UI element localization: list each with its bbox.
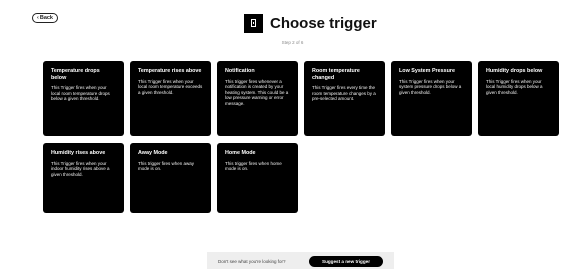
step-indicator: Step 2 of 6 bbox=[281, 40, 304, 45]
trigger-card-temperature-rises-above[interactable]: Temperature rises above This Trigger fir… bbox=[130, 61, 211, 136]
trigger-card-title: Home Mode bbox=[225, 150, 256, 156]
trigger-card-away-mode[interactable]: Away Mode This trigger fires when away m… bbox=[130, 143, 211, 213]
trigger-card-temperature-drops-below[interactable]: Temperature drops below This Trigger fir… bbox=[43, 61, 124, 136]
trigger-card-description: This Trigger fires when your local humid… bbox=[486, 78, 543, 95]
trigger-card-title: Temperature drops below bbox=[51, 68, 100, 81]
trigger-card-description: This Trigger fires when your local room … bbox=[138, 78, 203, 95]
trigger-card-room-temperature-changed[interactable]: Room temperature changed This Trigger fi… bbox=[304, 61, 385, 136]
trigger-card-description: This trigger fires whenever a notificati… bbox=[225, 78, 289, 106]
thermostat-icon bbox=[244, 14, 263, 33]
choose-trigger-page: ‹Back Choose trigger Step 2 of 6 Tempera… bbox=[0, 0, 585, 269]
trigger-card-humidity-drops-below[interactable]: Humidity drops below This Trigger fires … bbox=[478, 61, 559, 136]
trigger-card-description: This Trigger fires every time the room t… bbox=[312, 85, 376, 102]
trigger-card-title: Humidity rises above bbox=[51, 150, 106, 156]
trigger-card-description: This Trigger fires when your system pres… bbox=[399, 78, 462, 95]
trigger-card-title: Away Mode bbox=[138, 150, 168, 156]
suggest-trigger-button[interactable]: Suggest a new trigger bbox=[309, 256, 383, 267]
trigger-card-title: Notification bbox=[225, 68, 255, 74]
trigger-card-home-mode[interactable]: Home Mode This trigger fires when home m… bbox=[217, 143, 298, 213]
trigger-card-humidity-rises-above[interactable]: Humidity rises above This Trigger fires … bbox=[43, 143, 124, 213]
back-button-label: Back bbox=[39, 15, 53, 21]
back-button[interactable]: ‹Back bbox=[32, 13, 58, 23]
trigger-card-description: This Trigger fires when your local room … bbox=[51, 85, 110, 102]
trigger-card-title: Low System Pressure bbox=[399, 68, 456, 74]
trigger-card-notification[interactable]: Notification This trigger fires whenever… bbox=[217, 61, 298, 136]
footer-prompt: Don't see what you're looking for? bbox=[218, 259, 286, 264]
trigger-card-description: This trigger fires when away mode is on. bbox=[138, 160, 195, 172]
chevron-left-icon: ‹ bbox=[37, 15, 39, 21]
trigger-card-description: This Trigger fires when your indoor humi… bbox=[51, 160, 110, 177]
trigger-card-title: Temperature rises above bbox=[138, 68, 202, 74]
trigger-card-low-system-pressure[interactable]: Low System Pressure This Trigger fires w… bbox=[391, 61, 472, 136]
trigger-card-title: Humidity drops below bbox=[486, 68, 543, 74]
trigger-card-description: This trigger fires when home mode is on. bbox=[225, 160, 282, 172]
page-title: Choose trigger bbox=[270, 15, 377, 32]
trigger-card-title: Room temperature changed bbox=[312, 68, 360, 81]
